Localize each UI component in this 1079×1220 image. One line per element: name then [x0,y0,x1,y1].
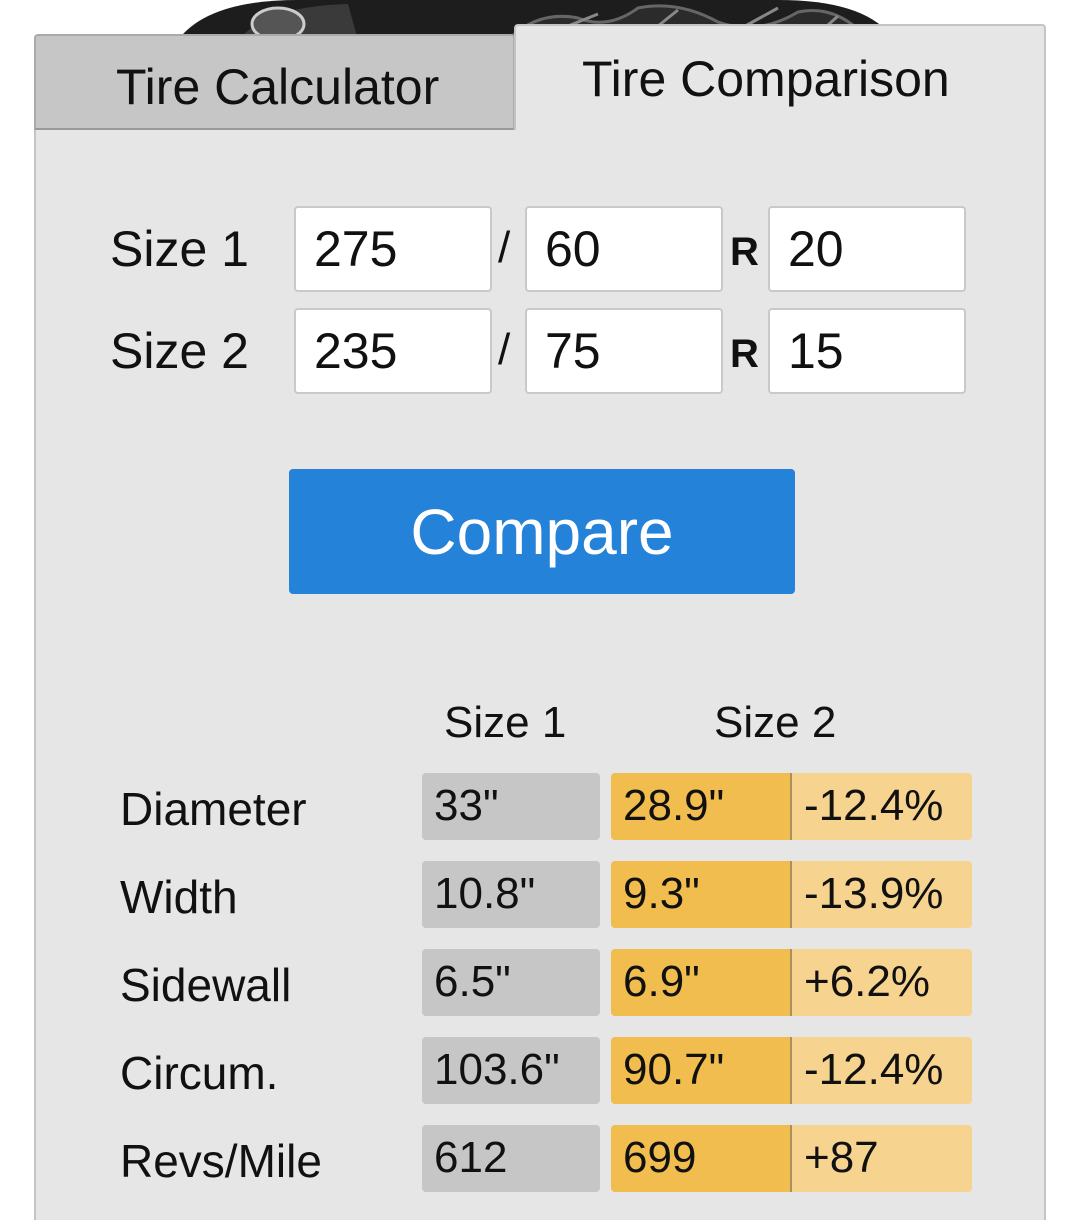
row-label-circumference: Circum. [120,1047,279,1099]
diameter-size2-value: 28.9" [611,773,792,840]
row-label-sidewall: Sidewall [120,959,292,1011]
sidewall-size2-value: 6.9" [611,949,792,1016]
revs-size2-value: 699 [611,1125,792,1192]
size1-r-label: R [730,230,759,274]
circumference-size1-value: 103.6" [422,1037,600,1104]
revs-diff-value: +87 [792,1125,972,1192]
sidewall-diff-value: +6.2% [792,949,972,1016]
tab-tire-comparison-label: Tire Comparison [582,51,950,107]
tab-tire-comparison[interactable]: Tire Comparison [514,24,1046,134]
size1-width-input[interactable] [294,206,492,292]
size2-label: Size 2 [110,323,249,379]
tab-tire-calculator[interactable]: Tire Calculator [34,34,515,131]
tab-tire-calculator-label: Tire Calculator [116,59,440,115]
width-size1-value: 10.8" [422,861,600,928]
row-label-diameter: Diameter [120,783,307,835]
size2-aspect-input[interactable] [525,308,723,394]
size1-label: Size 1 [110,221,249,277]
width-diff-value: -13.9% [792,861,972,928]
diameter-size1-value: 33" [422,773,600,840]
size1-aspect-input[interactable] [525,206,723,292]
size2-r-label: R [730,332,759,376]
diameter-diff-value: -12.4% [792,773,972,840]
circumference-diff-value: -12.4% [792,1037,972,1104]
circumference-size2-value: 90.7" [611,1037,792,1104]
sidewall-size1-value: 6.5" [422,949,600,1016]
results-header-size1: Size 1 [444,698,567,747]
size2-rim-input[interactable] [768,308,966,394]
size2-width-input[interactable] [294,308,492,394]
revs-size1-value: 612 [422,1125,600,1192]
size2-separator: / [498,325,511,374]
comparison-panel: Size 1 / R Size 2 / R Compare Size 1 Siz… [34,130,1046,1220]
compare-button[interactable]: Compare [289,469,795,594]
size1-rim-input[interactable] [768,206,966,292]
width-size2-value: 9.3" [611,861,792,928]
row-label-width: Width [120,871,238,923]
results-header-size2: Size 2 [714,698,837,747]
size1-separator: / [498,223,511,272]
row-label-revs-per-mile: Revs/Mile [120,1135,322,1187]
